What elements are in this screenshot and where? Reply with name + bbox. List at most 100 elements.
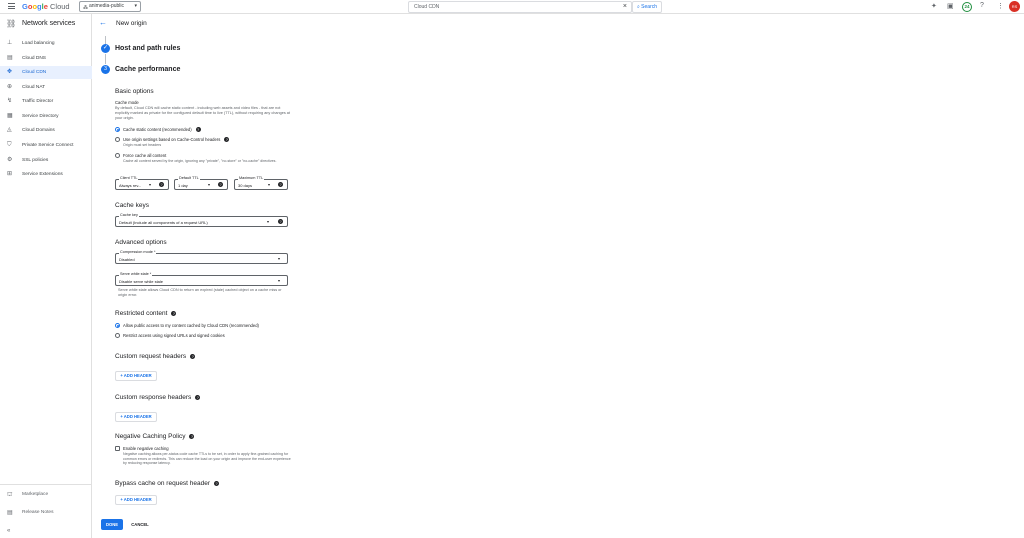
cancel-button[interactable]: CANCEL bbox=[127, 519, 153, 530]
sidebar-item-ssl-policies[interactable]: ⚙ SSL policies bbox=[0, 154, 92, 167]
help-icon[interactable]: ? bbox=[159, 182, 164, 187]
sidebar: ⛓ Network services ⊥ Load balancing ▤ Clou… bbox=[0, 14, 92, 538]
hamburger-menu-icon[interactable] bbox=[8, 3, 15, 9]
help-icon[interactable]: ? bbox=[189, 433, 195, 439]
back-arrow-icon[interactable]: ← bbox=[99, 18, 107, 27]
main-content: ← New origin ✓ Host and path rules 3 Cac… bbox=[93, 14, 1024, 538]
help-icon[interactable]: ? bbox=[980, 2, 984, 9]
domains-icon: ◬ bbox=[7, 127, 12, 133]
avatar[interactable]: RS bbox=[1009, 1, 1020, 12]
sidebar-item-load-balancing[interactable]: ⊥ Load balancing bbox=[0, 37, 92, 50]
radio-restrict-signed[interactable] bbox=[115, 333, 120, 338]
sidebar-header: ⛓ Network services bbox=[0, 14, 92, 34]
page-title: New origin bbox=[116, 20, 147, 27]
search-text: Cloud CDN bbox=[414, 4, 440, 10]
advanced-options-heading: Advanced options bbox=[115, 239, 167, 246]
chevron-down-icon: ▾ bbox=[268, 182, 271, 187]
cache-keys-heading: Cache keys bbox=[115, 202, 149, 209]
radio-restrict-signed-label: Restrict access using signed URLs and si… bbox=[123, 333, 225, 338]
done-button[interactable]: DONE bbox=[101, 519, 123, 530]
sidebar-item-private-service-connect[interactable]: ⛉ Private Service Connect bbox=[0, 139, 92, 152]
gemini-icon[interactable]: ✦ bbox=[931, 2, 937, 10]
sidebar-item-service-extensions[interactable]: ⊞ Service Extensions bbox=[0, 168, 92, 181]
dns-icon: ▤ bbox=[7, 55, 13, 61]
help-icon[interactable]: ? bbox=[278, 182, 283, 187]
project-selector[interactable]: ⁂ animedia-public ▾ bbox=[79, 1, 141, 12]
help-icon[interactable]: ? bbox=[278, 219, 283, 224]
cache-mode-description: By default, Cloud CDN will cache static … bbox=[115, 106, 290, 120]
search-button[interactable]: ⌕ Search bbox=[632, 1, 662, 13]
top-bar: Google Cloud ⁂ animedia-public ▾ Cloud C… bbox=[0, 0, 1024, 14]
cache-mode-label: Cache mode bbox=[115, 100, 139, 105]
add-bypass-header-button[interactable]: + ADD HEADER bbox=[115, 495, 157, 505]
cdn-icon: ✥ bbox=[7, 69, 13, 75]
sidebar-item-service-directory[interactable]: ▦ Service Directory bbox=[0, 110, 92, 123]
collapse-sidebar-button[interactable]: « bbox=[0, 525, 92, 537]
step-complete-icon: ✓ bbox=[101, 44, 110, 53]
chevron-down-icon: ▾ bbox=[278, 278, 281, 283]
radio-cache-static-label: Cache static content (recommended)? bbox=[123, 127, 201, 133]
search-input[interactable]: Cloud CDN × bbox=[408, 1, 632, 13]
sidebar-item-cloud-domains[interactable]: ◬ Cloud Domains bbox=[0, 124, 92, 137]
step-connector bbox=[105, 54, 106, 64]
help-icon[interactable]: ? bbox=[224, 137, 230, 143]
radio-origin-headers-label: Use origin settings based on Cache-Contr… bbox=[123, 137, 230, 143]
enable-negative-caching-checkbox[interactable] bbox=[115, 446, 120, 451]
radio-force-cache[interactable] bbox=[115, 153, 120, 158]
help-icon[interactable]: ? bbox=[214, 480, 220, 486]
chevron-down-icon: ▾ bbox=[267, 219, 270, 224]
load-balancing-icon: ⊥ bbox=[7, 40, 13, 46]
collapse-icon: « bbox=[7, 528, 11, 534]
network-services-icon: ⛓ bbox=[6, 19, 17, 28]
clear-search-icon[interactable]: × bbox=[623, 2, 627, 12]
step-host-path-rules[interactable]: Host and path rules bbox=[115, 45, 180, 52]
sidebar-item-cloud-cdn[interactable]: ✥ Cloud CDN bbox=[0, 66, 92, 79]
traffic-icon: ↯ bbox=[7, 98, 13, 104]
step-current-number: 3 bbox=[101, 65, 110, 74]
custom-response-headers-heading: Custom response headers? bbox=[115, 394, 201, 401]
add-request-header-button[interactable]: + ADD HEADER bbox=[115, 371, 157, 381]
sidebar-marketplace[interactable]: ⛫ Marketplace bbox=[0, 489, 92, 501]
help-icon[interactable]: ? bbox=[195, 127, 201, 133]
basic-options-heading: Basic options bbox=[115, 88, 154, 95]
compression-mode-select[interactable]: Compression mode * Disabled ▾ bbox=[115, 250, 288, 264]
sidebar-release-notes[interactable]: ▤ Release Notes bbox=[0, 507, 92, 519]
shield-icon: ⛉ bbox=[7, 142, 12, 148]
serve-while-stale-select[interactable]: Serve while stale * Disable serve while … bbox=[115, 272, 288, 286]
max-ttl-select[interactable]: Maximum TTL 30 days ▾ ? bbox=[234, 176, 288, 190]
radio-origin-headers[interactable] bbox=[115, 137, 120, 142]
sidebar-item-cloud-nat[interactable]: ⊕ Cloud NAT bbox=[0, 81, 92, 94]
radio-origin-headers-sub: Origin must set headers bbox=[123, 143, 162, 147]
directory-icon: ▦ bbox=[7, 113, 13, 119]
radio-force-cache-label: Force cache all content bbox=[123, 153, 167, 158]
sidebar-item-traffic-director[interactable]: ↯ Traffic Director bbox=[0, 95, 92, 108]
marketplace-icon: ⛫ bbox=[7, 492, 13, 498]
radio-cache-static[interactable] bbox=[115, 127, 120, 132]
negative-caching-description: Negative caching allows per-status code … bbox=[123, 452, 291, 466]
cloud-shell-icon[interactable]: ▣ bbox=[947, 2, 954, 10]
extensions-icon: ⊞ bbox=[7, 171, 13, 177]
serve-stale-description: Serve while stale allows Cloud CDN to re… bbox=[118, 288, 282, 297]
default-ttl-select[interactable]: Default TTL 1 day ▾ ? bbox=[174, 176, 228, 190]
google-cloud-logo[interactable]: Google Cloud bbox=[22, 2, 70, 11]
cache-key-select[interactable]: Cache key Default (Include all component… bbox=[115, 213, 288, 227]
help-icon[interactable]: ? bbox=[190, 353, 196, 359]
sidebar-title: Network services bbox=[22, 20, 76, 27]
ssl-icon: ⚙ bbox=[7, 157, 13, 163]
radio-allow-public-label: Allow public access to my content cached… bbox=[123, 323, 259, 328]
add-response-header-button[interactable]: + ADD HEADER bbox=[115, 412, 157, 422]
client-ttl-select[interactable]: Client TTL Always rev... ▾ ? bbox=[115, 176, 169, 190]
notifications-badge[interactable]: 24 bbox=[962, 2, 972, 12]
nat-icon: ⊕ bbox=[7, 84, 13, 90]
negative-caching-heading: Negative Caching Policy? bbox=[115, 433, 195, 440]
step-cache-performance: Cache performance bbox=[115, 66, 181, 73]
help-icon[interactable]: ? bbox=[218, 182, 223, 187]
chevron-down-icon: ▾ bbox=[278, 256, 281, 261]
help-icon[interactable]: ? bbox=[171, 310, 177, 316]
sidebar-divider bbox=[0, 484, 92, 485]
enable-negative-caching-label: Enable negative caching bbox=[123, 446, 169, 451]
radio-allow-public[interactable] bbox=[115, 323, 120, 328]
help-icon[interactable]: ? bbox=[195, 394, 201, 400]
more-vert-icon[interactable]: ⋮ bbox=[997, 2, 1004, 10]
sidebar-item-cloud-dns[interactable]: ▤ Cloud DNS bbox=[0, 52, 92, 65]
